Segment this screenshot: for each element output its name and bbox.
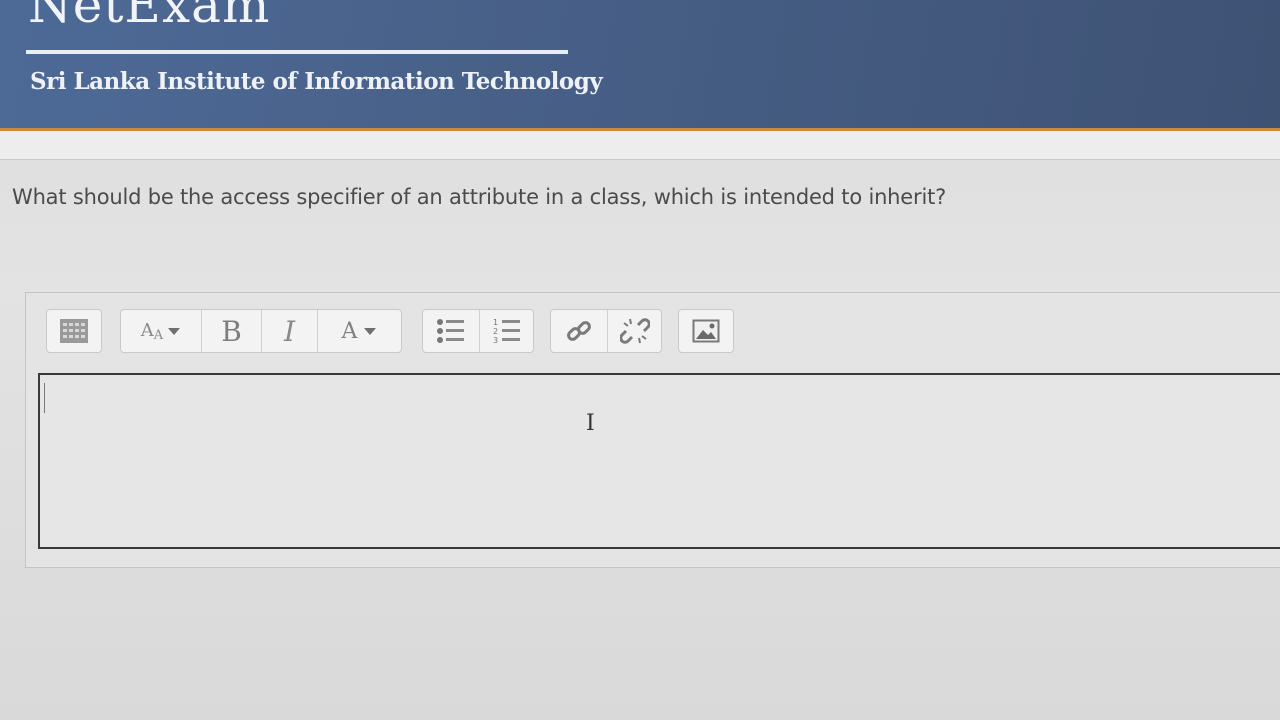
answer-editor: AA B I A 1 2 3 I (25, 292, 1280, 568)
italic-button[interactable]: I (261, 310, 317, 352)
toolbar-toggle-button[interactable] (47, 310, 101, 352)
institution-name: Sri Lanka Institute of Information Techn… (30, 68, 603, 95)
text-caret (44, 383, 45, 413)
image-group (678, 309, 734, 353)
svg-text:1: 1 (493, 318, 498, 327)
logo-divider (26, 50, 568, 54)
link-icon (567, 321, 591, 341)
answer-textarea[interactable] (38, 373, 1280, 549)
font-color-label: A (341, 318, 358, 344)
numbered-list-icon: 1 2 3 (493, 318, 520, 345)
toolbar-toggle-group (46, 309, 102, 353)
question-text: What should be the access specifier of a… (12, 185, 947, 209)
image-icon (692, 319, 720, 343)
svg-text:2: 2 (493, 327, 498, 336)
svg-text:3: 3 (493, 336, 498, 345)
list-group: 1 2 3 (422, 309, 534, 353)
bullet-list-icon (437, 319, 464, 343)
netexam-logo: NetExam (28, 0, 271, 34)
chevron-down-icon (168, 328, 181, 335)
chevron-down-icon (364, 328, 377, 335)
unlink-button[interactable] (607, 310, 662, 352)
app-header: NetExam Sri Lanka Institute of Informati… (0, 0, 1280, 131)
paragraph-styles-button[interactable]: AA (121, 310, 201, 352)
link-button[interactable] (551, 310, 607, 352)
font-color-button[interactable]: A (317, 310, 401, 352)
numbered-list-button[interactable]: 1 2 3 (479, 310, 534, 352)
insert-image-button[interactable] (679, 310, 733, 352)
unlink-icon (620, 318, 650, 344)
link-group (550, 309, 662, 353)
toolbar-toggle-icon (60, 319, 88, 343)
bullet-list-button[interactable] (423, 310, 479, 352)
format-group: AA B I A (120, 309, 402, 353)
mouse-ibeam-cursor-icon: I (586, 411, 595, 436)
font-styles-icon: AA (140, 319, 164, 343)
bold-button[interactable]: B (201, 310, 261, 352)
header-subband (0, 131, 1280, 160)
